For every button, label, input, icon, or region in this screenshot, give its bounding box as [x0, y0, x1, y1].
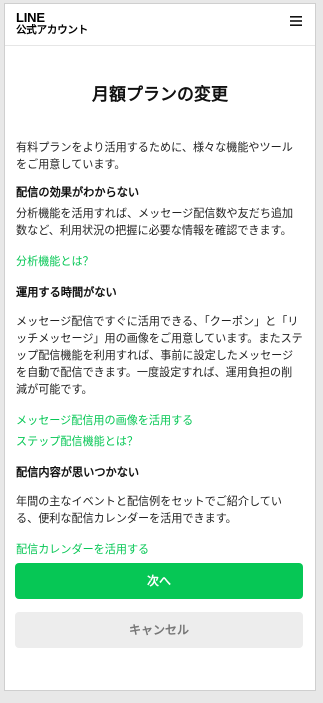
calendar-link[interactable]: 配信カレンダーを活用する [16, 541, 303, 558]
logo-line1: LINE [16, 10, 45, 25]
content: 有料プランをより活用するために、様々な機能やツールをご用意しています。 配信の効… [16, 139, 303, 558]
header: LINE 公式アカウント [5, 4, 315, 46]
intro-text: 有料プランをより活用するために、様々な機能やツールをご用意しています。 [16, 141, 293, 171]
section-body: メッセージ配信ですぐに活用できる、「クーポン」と「リッチメッセージ」用の画像をご… [16, 315, 303, 396]
page-frame: LINE 公式アカウント 月額プランの変更 有料プランをより活用するために、様々… [4, 3, 316, 691]
logo-line2: 公式アカウント [16, 24, 89, 36]
line-official-account-logo[interactable]: LINE 公式アカウント [16, 11, 88, 36]
section-heading: 配信の効果がわからない [16, 186, 140, 199]
analytics-link[interactable]: 分析機能とは？ [16, 253, 303, 270]
section-heading: 運用する時間がない [16, 286, 117, 299]
hamburger-menu-icon[interactable] [289, 14, 303, 28]
section-body: 分析機能を活用すれば、メッセージ配信数や友だち追加数など、利用状況の把握に必要な… [16, 207, 294, 237]
message-image-link[interactable]: メッセージ配信用の画像を活用する [16, 412, 303, 429]
page-title: 月額プランの変更 [92, 85, 228, 105]
section-body: 年間の主なイベントと配信例をセットでご紹介している、便利な配信カレンダーを活用で… [16, 495, 282, 525]
step-delivery-link[interactable]: ステップ配信機能とは？ [16, 433, 303, 450]
next-button[interactable]: 次へ [15, 563, 303, 599]
cancel-button[interactable]: キャンセル [15, 612, 303, 648]
section-heading: 配信内容が思いつかない [16, 466, 140, 479]
